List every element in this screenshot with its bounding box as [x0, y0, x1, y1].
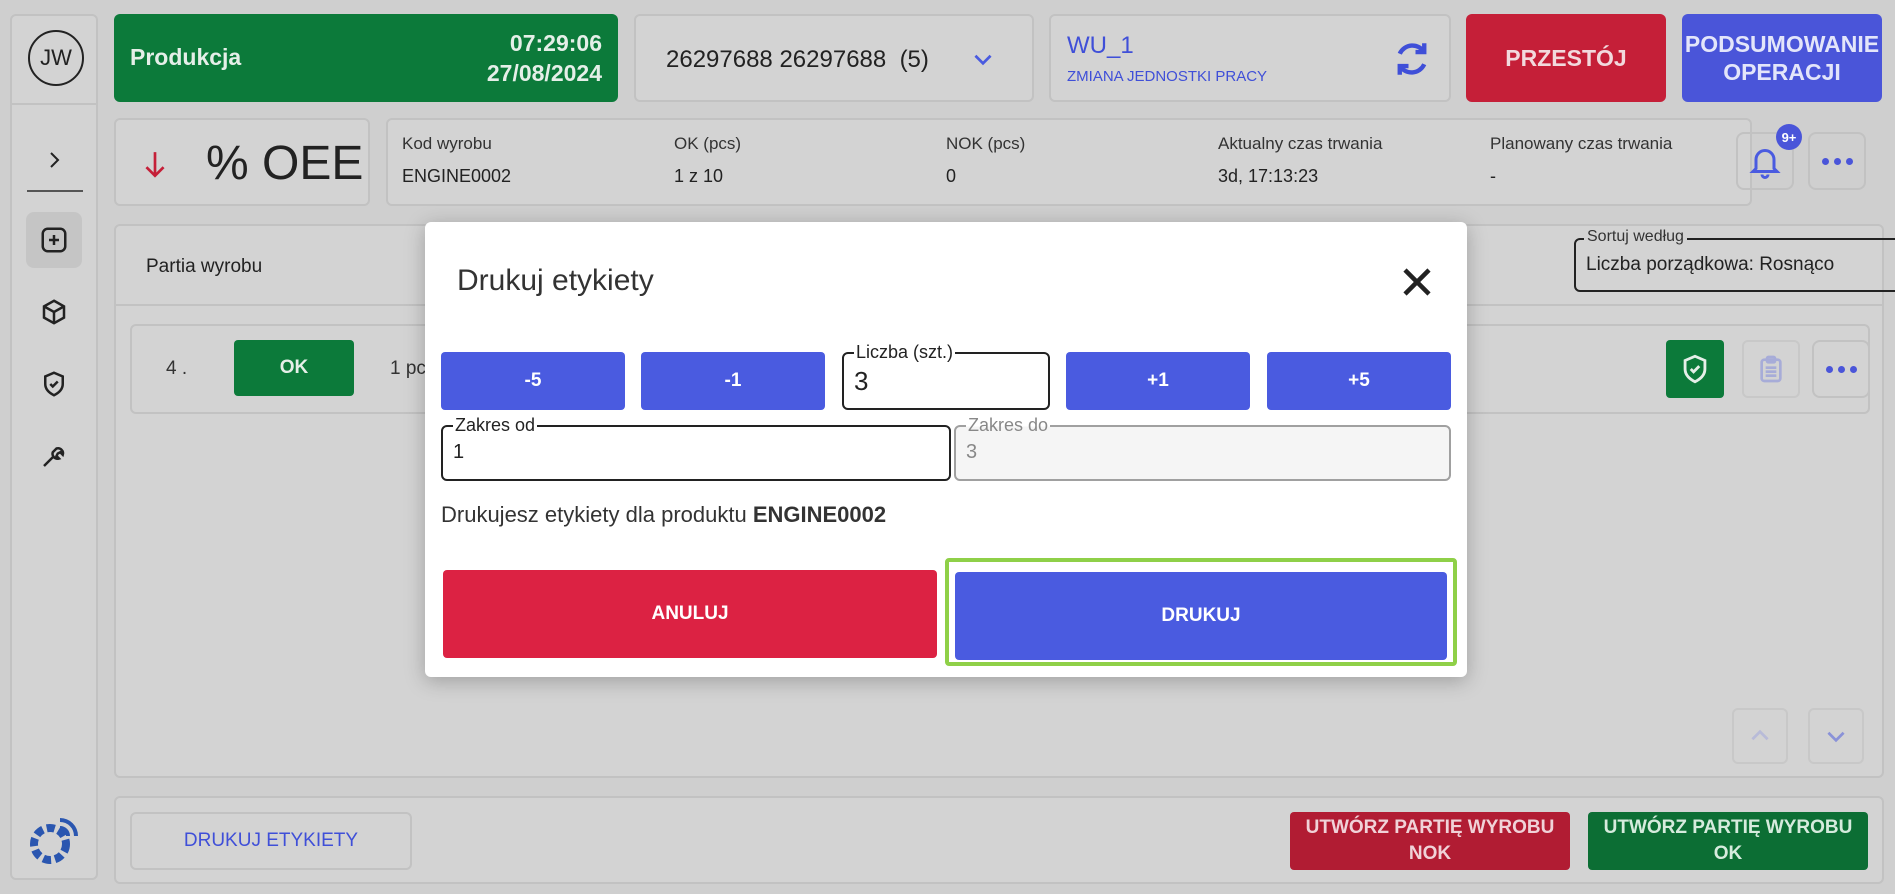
range-from-input[interactable]	[453, 441, 933, 464]
nok-count-col: NOK (pcs) 0	[946, 134, 1026, 186]
order-select-value: 26297688 26297688 (5)	[666, 46, 929, 73]
operation-summary-button[interactable]: PODSUMOWANIE OPERACJI	[1682, 14, 1882, 102]
more-dots-icon	[1825, 365, 1857, 373]
create-ok-batch-button[interactable]: UTWÓRZ PARTIĘ WYROBU OK	[1588, 812, 1868, 870]
app-logo-icon	[30, 818, 78, 864]
oee-label: % OEE	[206, 137, 364, 190]
sidebar-item-add[interactable]	[26, 212, 82, 268]
downtime-button[interactable]: PRZESTÓJ	[1466, 14, 1666, 102]
work-unit-panel[interactable]: WU_1 ZMIANA JEDNOSTKI PRACY	[1049, 14, 1451, 102]
quality-check-button[interactable]	[1666, 340, 1724, 398]
ok-count-col: OK (pcs) 1 z 10	[674, 134, 742, 186]
shield-check-icon	[44, 371, 64, 397]
arrow-down-icon	[145, 152, 165, 178]
scroll-up-button[interactable]	[1732, 708, 1788, 764]
wrench-icon	[43, 447, 65, 467]
production-info: Kod wyrobu ENGINE0002 OK (pcs) 1 z 10 NO…	[386, 118, 1752, 206]
dialog-title: Drukuj etykiety	[457, 264, 654, 297]
create-nok-batch-button[interactable]: UTWÓRZ PARTIĘ WYROBU NOK	[1290, 812, 1570, 870]
refresh-icon[interactable]	[1391, 38, 1433, 80]
shield-check-icon	[1683, 354, 1707, 384]
actual-duration-col: Aktualny czas trwania 3d, 17:13:23	[1218, 134, 1383, 186]
notification-badge: 9+	[1776, 124, 1802, 150]
decrease-5-button[interactable]: -5	[441, 352, 625, 410]
increase-5-button[interactable]: +5	[1267, 352, 1451, 410]
clipboard-button[interactable]	[1742, 340, 1800, 398]
sidebar-separator	[27, 190, 83, 192]
change-work-unit-label: ZMIANA JEDNOSTKI PRACY	[1067, 68, 1268, 85]
more-dots-icon	[1821, 157, 1853, 165]
chevron-down-icon	[974, 54, 992, 66]
quantity-input[interactable]	[854, 366, 1034, 397]
footer-bar: DRUKUJ ETYKIETY UTWÓRZ PARTIĘ WYROBU NOK …	[114, 796, 1884, 884]
cancel-button[interactable]: ANULUJ	[443, 570, 937, 658]
clipboard-icon	[1760, 355, 1782, 383]
print-button-focus-ring: DRUKUJ	[945, 558, 1457, 666]
more-options-button[interactable]	[1808, 132, 1866, 190]
print-labels-button[interactable]: DRUKUJ ETYKIETY	[130, 812, 412, 870]
status-label: Produkcja	[130, 44, 242, 70]
production-status: Produkcja 07:29:06 27/08/2024	[114, 14, 618, 102]
sidebar-item-quality[interactable]	[26, 356, 82, 412]
range-to-field: Zakres do	[954, 415, 1451, 481]
oee-panel[interactable]: % OEE	[114, 118, 370, 206]
chevron-down-icon	[1827, 731, 1845, 743]
sidebar: JW	[10, 14, 98, 880]
range-from-field[interactable]: Zakres od	[441, 415, 951, 481]
print-button[interactable]: DRUKUJ	[955, 572, 1447, 660]
cube-icon	[42, 299, 66, 325]
user-avatar[interactable]: JW	[28, 30, 84, 86]
close-dialog-button[interactable]	[1399, 264, 1435, 300]
increase-1-button[interactable]: +1	[1066, 352, 1250, 410]
sidebar-divider	[12, 103, 96, 105]
work-unit-name: WU_1	[1067, 32, 1134, 59]
status-badge: OK	[234, 340, 354, 396]
chevron-up-icon	[1751, 729, 1769, 741]
row-more-button[interactable]	[1812, 340, 1870, 398]
scroll-down-button[interactable]	[1808, 708, 1864, 764]
close-icon	[1403, 268, 1431, 296]
order-select[interactable]: 26297688 26297688 (5)	[634, 14, 1034, 102]
sort-select[interactable]: Sortuj według Liczba porządkowa: Rosnąco	[1574, 228, 1895, 292]
expand-sidebar-button[interactable]	[26, 132, 82, 188]
chevron-right-icon	[50, 152, 60, 168]
print-labels-dialog: Drukuj etykiety -5 -1 Liczba (szt.) +1 +…	[425, 222, 1467, 677]
decrease-1-button[interactable]: -1	[641, 352, 825, 410]
sidebar-item-products[interactable]	[26, 284, 82, 340]
plus-square-icon	[41, 227, 67, 253]
sidebar-item-maintenance[interactable]	[26, 428, 82, 484]
quantity-field[interactable]: Liczba (szt.)	[842, 342, 1050, 410]
product-code-col: Kod wyrobu ENGINE0002	[402, 134, 512, 186]
status-clock: 07:29:06 27/08/2024	[486, 30, 602, 86]
dialog-message: Drukujesz etykiety dla produktu ENGINE00…	[441, 502, 887, 527]
batch-list-header: Partia wyrobu	[146, 256, 263, 277]
range-to-input	[966, 441, 1436, 464]
bell-icon	[1749, 149, 1781, 179]
planned-duration-col: Planowany czas trwania -	[1490, 134, 1673, 186]
